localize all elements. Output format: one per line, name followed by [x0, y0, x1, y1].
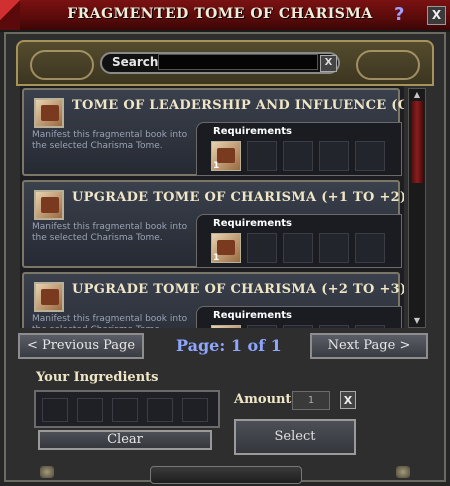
requirements-panel: Requirements 1 — [196, 306, 402, 328]
recipe-description: Manifest this fragmental book into the s… — [32, 130, 188, 151]
title-corner-ornament — [0, 0, 20, 30]
recipe-list-scrollbar[interactable]: ▲ ▼ — [408, 88, 426, 328]
requirement-slot-tome-icon[interactable] — [211, 325, 241, 328]
requirement-slot — [247, 233, 277, 263]
next-page-button[interactable]: Next Page > — [310, 333, 428, 359]
title-bar[interactable]: FRAGMENTED TOME OF CHARISMA ? X — [0, 0, 450, 32]
requirement-slot — [247, 325, 277, 328]
window-title: FRAGMENTED TOME OF CHARISMA — [67, 6, 373, 22]
requirement-slot — [355, 141, 385, 171]
requirement-count: 1 — [213, 161, 220, 171]
close-button[interactable]: X — [427, 6, 446, 25]
ingredients-panel: Your Ingredients Clear — [20, 366, 226, 466]
select-button[interactable]: Select — [234, 419, 356, 455]
clear-button[interactable]: Clear — [38, 430, 212, 450]
amount-label: Amount — [234, 392, 292, 407]
ingredients-title: Your Ingredients — [36, 370, 159, 385]
scroll-up-arrow-icon[interactable]: ▲ — [410, 90, 424, 100]
requirement-slot — [283, 325, 313, 328]
requirements-label: Requirements — [213, 126, 292, 137]
recipe-card[interactable]: TOME OF LEADERSHIP AND INFLUENCE (CH... … — [22, 88, 404, 176]
recipe-card[interactable]: UPGRADE TOME OF CHARISMA (+1 TO +2) Mani… — [22, 180, 404, 268]
scroll-thumb[interactable] — [411, 101, 423, 183]
crafting-window: FRAGMENTED TOME OF CHARISMA ? X Search: … — [0, 0, 450, 486]
requirements-panel: Requirements 1 — [196, 122, 402, 176]
amount-input[interactable] — [292, 391, 330, 410]
recipe-name: TOME OF LEADERSHIP AND INFLUENCE (CH... — [72, 98, 404, 113]
requirements-label: Requirements — [213, 218, 292, 229]
page-indicator: Page: 1 of 1 — [176, 336, 282, 355]
scroll-down-arrow-icon[interactable]: ▼ — [410, 316, 424, 326]
tome-icon — [34, 190, 64, 220]
tome-icon — [34, 98, 64, 128]
ingredient-slot[interactable] — [182, 398, 208, 422]
recipe-name: UPGRADE TOME OF CHARISMA (+1 TO +2) — [72, 190, 404, 205]
ingredient-slots — [34, 390, 220, 428]
recipe-description: Manifest this fragmental book into the s… — [32, 222, 188, 243]
previous-page-button[interactable]: < Previous Page — [18, 333, 144, 359]
requirement-slot — [247, 141, 277, 171]
recipe-description: Manifest this fragmental book into the s… — [32, 314, 188, 328]
tome-icon — [34, 282, 64, 312]
ingredient-slot[interactable] — [77, 398, 103, 422]
requirements-label: Requirements — [213, 310, 292, 321]
bottom-ornament — [150, 466, 302, 484]
recipe-list: TOME OF LEADERSHIP AND INFLUENCE (CH... … — [20, 86, 404, 328]
ingredient-slot[interactable] — [112, 398, 138, 422]
bolt-ornament-icon — [396, 466, 410, 478]
requirement-count: 1 — [213, 253, 220, 263]
recipe-name: UPGRADE TOME OF CHARISMA (+2 TO +3) — [72, 282, 404, 297]
requirement-slot — [355, 325, 385, 328]
amount-clear-button[interactable]: X — [340, 391, 356, 409]
recipe-card[interactable]: UPGRADE TOME OF CHARISMA (+2 TO +3) Mani… — [22, 272, 404, 328]
requirements-panel: Requirements 1 — [196, 214, 402, 268]
requirement-slot — [283, 141, 313, 171]
help-icon[interactable]: ? — [394, 4, 404, 25]
swirl-ornament-icon — [356, 50, 420, 80]
search-input[interactable] — [158, 54, 318, 70]
swirl-ornament-icon — [30, 50, 94, 80]
search-label: Search: — [112, 55, 164, 69]
ingredient-slot[interactable] — [147, 398, 173, 422]
requirement-slot — [355, 233, 385, 263]
requirement-slot — [319, 325, 349, 328]
search-clear-button[interactable]: X — [320, 55, 337, 72]
requirement-slot — [319, 141, 349, 171]
bolt-ornament-icon — [40, 466, 54, 478]
requirement-slot — [319, 233, 349, 263]
ingredient-slot[interactable] — [42, 398, 68, 422]
requirement-slot — [283, 233, 313, 263]
